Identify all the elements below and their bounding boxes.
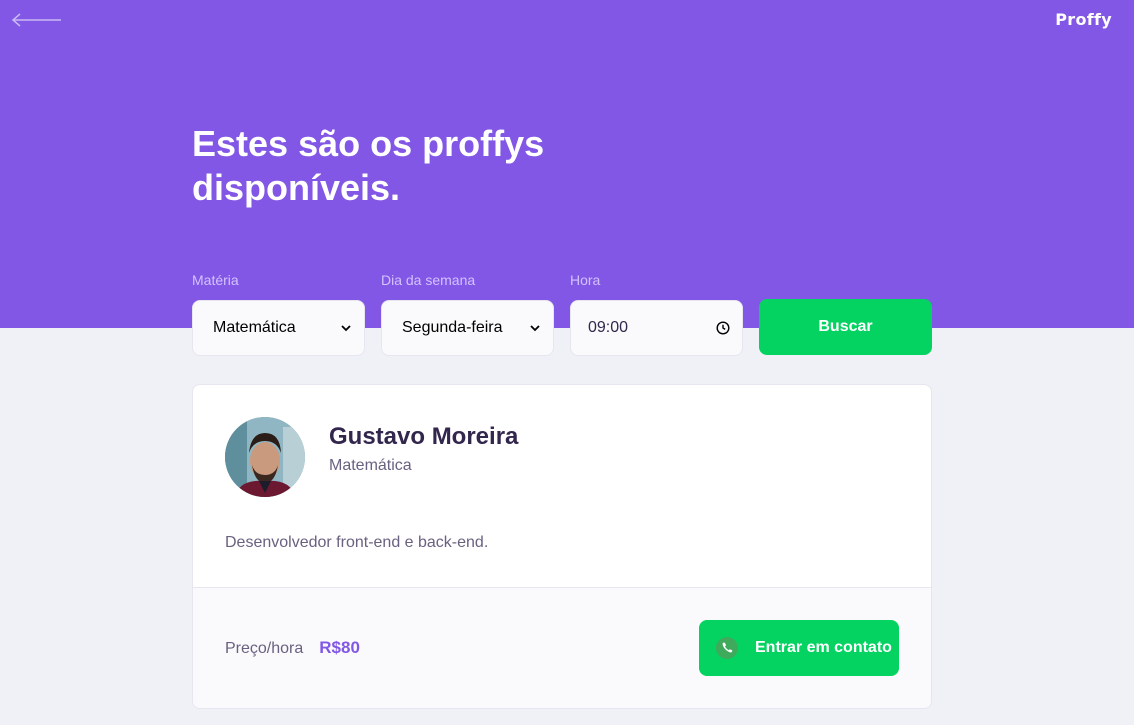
- search-filters: Matéria Matemática Dia da semana Segunda…: [192, 272, 932, 356]
- price: Preço/hora R$80: [225, 638, 360, 658]
- weekday-select[interactable]: Segunda-feira: [381, 300, 554, 356]
- card-footer: Preço/hora R$80 Entrar em contato: [193, 587, 931, 708]
- price-value: R$80: [319, 638, 360, 657]
- teacher-header: Gustavo Moreira Matemática: [225, 417, 518, 497]
- proffy-logo: Proffy: [1055, 10, 1112, 29]
- subject-select[interactable]: Matemática: [192, 300, 365, 356]
- weekday-value: Segunda-feira: [402, 319, 503, 336]
- subject-field: Matéria Matemática: [192, 272, 365, 356]
- page-title: Estes são os proffys disponíveis.: [192, 123, 545, 208]
- contact-button[interactable]: Entrar em contato: [699, 620, 899, 676]
- weekday-field: Dia da semana Segunda-feira: [381, 272, 554, 356]
- teacher-subject: Matemática: [329, 457, 412, 474]
- contact-label: Entrar em contato: [755, 639, 892, 656]
- teacher-bio: Desenvolvedor front-end e back-end.: [225, 534, 489, 551]
- back-button[interactable]: [10, 10, 64, 30]
- whatsapp-icon: [716, 637, 738, 659]
- avatar: [225, 417, 305, 497]
- weekday-label: Dia da semana: [381, 272, 476, 288]
- search-button[interactable]: Buscar: [759, 299, 932, 355]
- chevron-down-icon: [530, 325, 540, 332]
- time-value: 09:00: [588, 319, 629, 336]
- teacher-card: Gustavo Moreira Matemática Desenvolvedor…: [192, 384, 932, 709]
- teacher-name: Gustavo Moreira: [329, 423, 519, 450]
- price-label: Preço/hora: [225, 640, 304, 657]
- chevron-down-icon: [341, 325, 351, 332]
- teacher-info: Gustavo Moreira Matemática: [329, 422, 518, 478]
- time-input[interactable]: 09:00: [570, 300, 743, 356]
- clock-icon[interactable]: [716, 321, 730, 335]
- time-label: Hora: [570, 272, 601, 288]
- time-field: Hora 09:00: [570, 272, 743, 356]
- subject-value: Matemática: [213, 319, 296, 336]
- subject-label: Matéria: [192, 272, 239, 288]
- arrow-left-icon: [11, 13, 61, 27]
